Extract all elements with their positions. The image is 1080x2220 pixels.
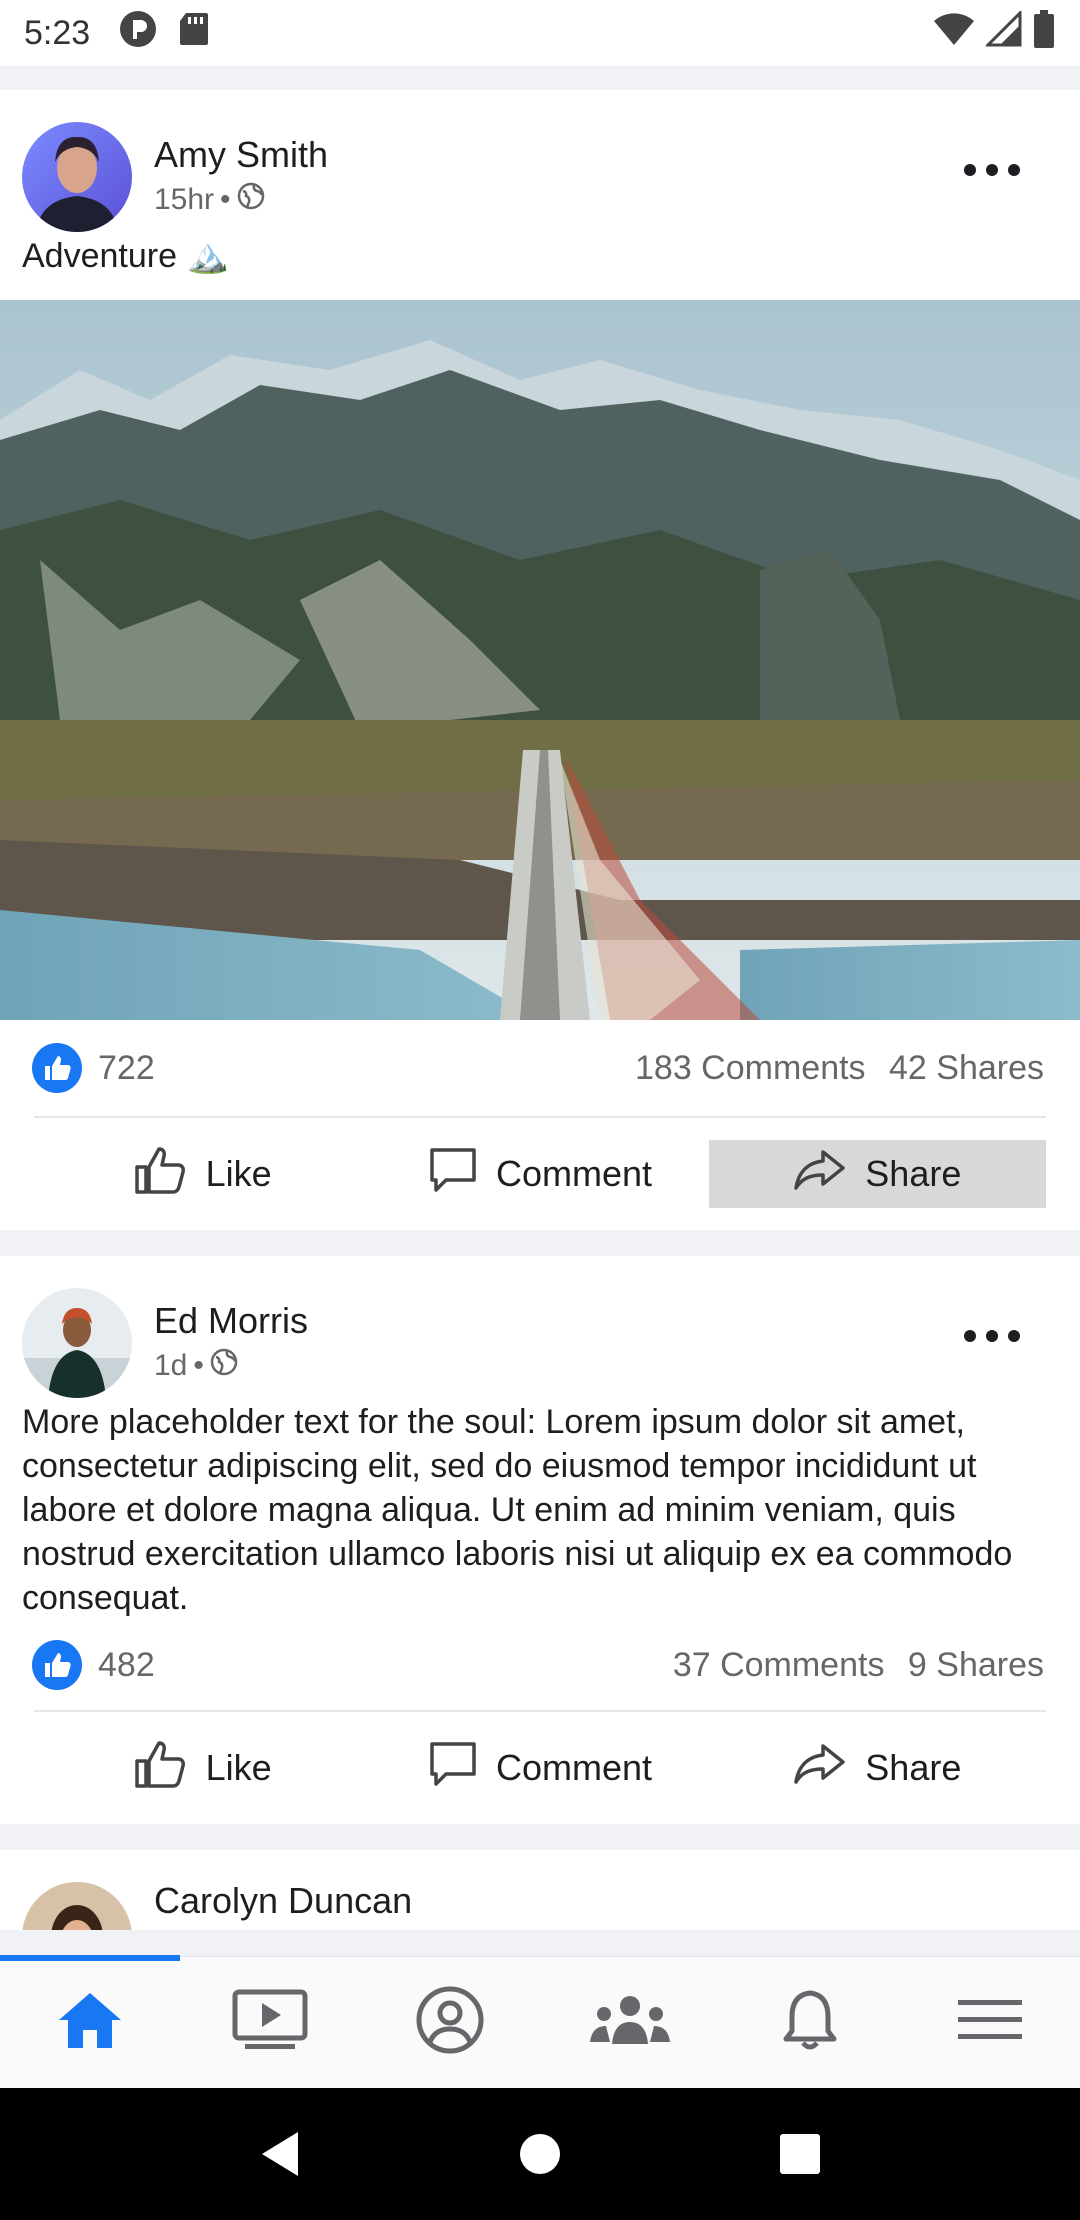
thumbs-up-icon <box>134 1145 188 1204</box>
post-header: Ed Morris 1d • <box>0 1256 1080 1400</box>
post-meta: 15hr • <box>154 182 265 218</box>
comment-label: Comment <box>495 1153 653 1194</box>
avatar[interactable] <box>22 122 132 232</box>
post-text: More placeholder text for the soul: Lore… <box>22 1403 1013 1617</box>
menu-icon <box>958 1998 1022 2047</box>
home-icon <box>56 1990 124 2055</box>
more-options-icon[interactable] <box>964 1326 1020 1346</box>
app-notification-icon <box>118 9 158 58</box>
avatar[interactable] <box>22 1882 132 1930</box>
share-label: Share <box>865 1153 962 1194</box>
home-button[interactable] <box>500 2114 580 2194</box>
globe-icon <box>237 182 265 218</box>
like-label: Like <box>205 1747 272 1788</box>
post-author[interactable]: Amy Smith <box>154 134 328 176</box>
sd-card-icon <box>178 11 210 56</box>
profile-icon <box>415 1985 485 2060</box>
comment-icon <box>428 1145 478 1204</box>
bottom-nav <box>0 1955 1080 2088</box>
comment-icon <box>428 1739 478 1798</box>
thumbs-up-icon <box>134 1739 188 1798</box>
post-time[interactable]: 15hr <box>154 183 214 217</box>
avatar[interactable] <box>22 1288 132 1398</box>
share-label: Share <box>865 1747 962 1788</box>
post-card: Carolyn Duncan <box>0 1850 1080 1930</box>
post-text: Adventure 🏔️ <box>22 237 229 275</box>
status-time: 5:23 <box>24 13 91 52</box>
share-button[interactable]: Share <box>708 1140 1046 1208</box>
like-reaction-icon <box>32 1043 82 1093</box>
share-count[interactable]: 42 Shares <box>889 1049 1044 1087</box>
post-card: Amy Smith 15hr • Adventure 🏔️ 722 183 Co… <box>0 90 1080 1230</box>
groups-icon <box>588 1992 672 2053</box>
nav-groups[interactable] <box>540 1957 720 2088</box>
home-circle-icon <box>520 2134 560 2174</box>
post-author[interactable]: Ed Morris <box>154 1300 308 1342</box>
comment-count[interactable]: 37 Comments <box>673 1646 885 1684</box>
meta-separator: • <box>220 183 231 216</box>
post-stats: 722 183 Comments 42 Shares <box>0 1020 1080 1116</box>
more-options-icon[interactable] <box>964 160 1020 180</box>
share-button[interactable]: Share <box>709 1734 1046 1802</box>
like-count[interactable]: 722 <box>98 1049 155 1088</box>
notifications-icon <box>780 1987 840 2058</box>
post-actions: Like Comment Share <box>0 1712 1080 1824</box>
active-tab-indicator <box>0 1955 180 1961</box>
post-time[interactable]: 1d <box>154 1349 187 1383</box>
nav-notifications[interactable] <box>720 1957 900 2088</box>
post-author[interactable]: Carolyn Duncan <box>154 1880 412 1922</box>
share-arrow-icon <box>793 1742 847 1795</box>
globe-icon <box>210 1348 238 1384</box>
status-bar: 5:23 <box>0 0 1080 66</box>
post-header: Amy Smith 15hr • <box>0 90 1080 234</box>
post-actions: Like Comment Share <box>0 1118 1080 1230</box>
like-label: Like <box>205 1153 272 1194</box>
comment-button[interactable]: Comment <box>371 1734 708 1802</box>
like-reaction-icon <box>32 1640 82 1690</box>
engagement-counts: 37 Comments 9 Shares <box>673 1646 1044 1685</box>
nav-menu[interactable] <box>900 1957 1080 2088</box>
comment-label: Comment <box>495 1747 653 1788</box>
recents-square-icon <box>780 2134 820 2174</box>
nav-video[interactable] <box>180 1957 360 2088</box>
system-nav-bar <box>0 2088 1080 2220</box>
post-meta: 1d • <box>154 1348 238 1384</box>
share-count[interactable]: 9 Shares <box>908 1646 1044 1684</box>
back-triangle-icon <box>262 2132 298 2176</box>
battery-icon <box>1032 9 1056 57</box>
like-button[interactable]: Like <box>34 1734 371 1802</box>
recents-button[interactable] <box>760 2114 840 2194</box>
engagement-counts: 183 Comments 42 Shares <box>635 1049 1044 1088</box>
news-feed[interactable]: Amy Smith 15hr • Adventure 🏔️ 722 183 Co… <box>0 90 1080 1930</box>
post-stats: 482 37 Comments 9 Shares <box>0 1620 1080 1710</box>
nav-profile[interactable] <box>360 1957 540 2088</box>
meta-separator: • <box>193 1349 204 1382</box>
share-arrow-icon <box>793 1148 847 1201</box>
video-icon <box>231 1988 309 2057</box>
post-card: Ed Morris 1d • More placeholder text for… <box>0 1256 1080 1824</box>
wifi-icon <box>932 11 976 56</box>
cell-signal-icon <box>984 8 1022 56</box>
screen: 5:23 Amy Smith 15hr • Adventure 🏔️ 722 1… <box>0 0 1080 2220</box>
like-count[interactable]: 482 <box>98 1646 155 1685</box>
like-button[interactable]: Like <box>34 1140 371 1208</box>
back-button[interactable] <box>240 2114 320 2194</box>
nav-home[interactable] <box>0 1957 180 2088</box>
comment-button[interactable]: Comment <box>371 1140 708 1208</box>
comment-count[interactable]: 183 Comments <box>635 1049 866 1087</box>
post-photo[interactable] <box>0 300 1080 1020</box>
